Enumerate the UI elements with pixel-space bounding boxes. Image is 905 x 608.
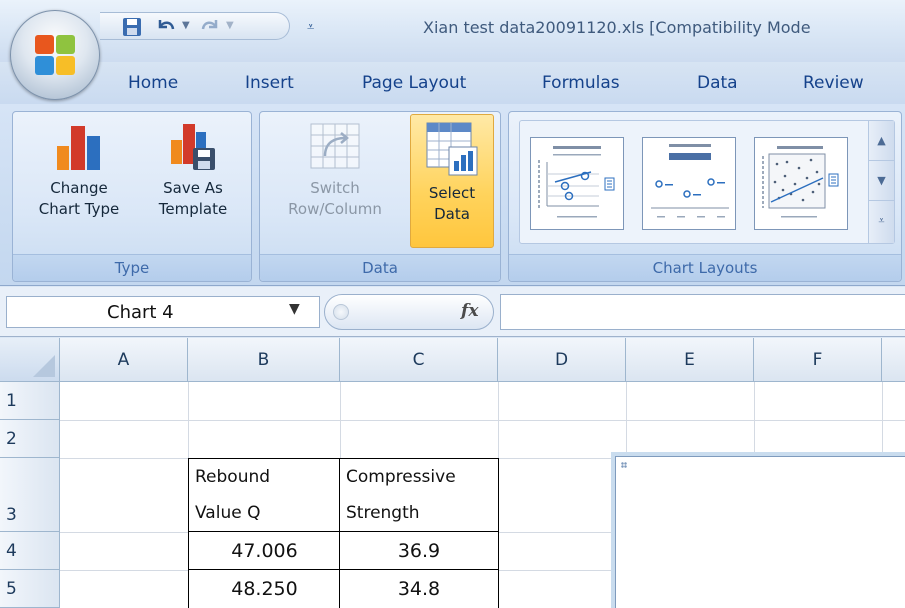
- group-chart-layouts-label: Chart Layouts: [509, 254, 901, 281]
- gallery-scroll-up-icon[interactable]: ▲: [869, 121, 894, 161]
- cell-b3[interactable]: Rebound Value Q: [188, 458, 341, 533]
- redo-dropdown-icon[interactable]: ▼: [226, 20, 234, 31]
- column-header-e[interactable]: E: [626, 338, 754, 382]
- group-type: Change Chart Type Save As Template Type: [12, 111, 252, 282]
- group-type-label: Type: [13, 254, 251, 281]
- quick-access-toolbar: ▼ ▼ ⩡: [100, 12, 314, 40]
- select-all-corner[interactable]: [0, 338, 60, 382]
- cell-c3[interactable]: Compressive Strength: [339, 458, 499, 533]
- insert-function-icon[interactable]: fx: [461, 301, 478, 321]
- select-data-label: Select Data: [428, 184, 476, 223]
- cell-c5[interactable]: 34.8: [339, 569, 499, 608]
- row-header-3[interactable]: 3: [0, 458, 60, 532]
- group-data-label: Data: [260, 254, 500, 281]
- formula-status-icon: [333, 304, 349, 320]
- gallery-more-icon[interactable]: ⩡: [869, 201, 894, 241]
- formula-input[interactable]: [500, 294, 905, 330]
- select-data-icon: [426, 122, 478, 176]
- name-box-value: Chart 4: [107, 302, 174, 323]
- name-box[interactable]: Chart 4 ▼: [6, 296, 320, 328]
- tab-page-layout[interactable]: Page Layout: [362, 73, 466, 93]
- column-header-f[interactable]: F: [754, 338, 882, 382]
- row-header-4[interactable]: 4: [0, 532, 60, 570]
- cell-b5[interactable]: 48.250: [188, 569, 341, 608]
- chart-layout-2-option[interactable]: [642, 137, 736, 230]
- switch-row-column-icon: [310, 123, 360, 169]
- chart-layouts-gallery: ▲ ▼ ⩡: [519, 120, 895, 244]
- gallery-scroll-down-icon[interactable]: ▼: [869, 161, 894, 201]
- tab-data[interactable]: Data: [697, 73, 738, 93]
- office-logo-icon: [35, 35, 77, 77]
- save-template-icon: [171, 124, 215, 170]
- tab-home[interactable]: Home: [128, 73, 178, 93]
- office-button[interactable]: [10, 10, 100, 100]
- name-box-dropdown-icon[interactable]: ▼: [289, 301, 300, 317]
- formula-tools: fx: [324, 294, 494, 330]
- chart-layout-1-option[interactable]: [530, 137, 624, 230]
- column-header-a[interactable]: A: [60, 338, 188, 382]
- group-chart-layouts: ▲ ▼ ⩡ Chart Layouts: [508, 111, 902, 282]
- row-header-1[interactable]: 1: [0, 382, 60, 420]
- ribbon: Change Chart Type Save As Template Type: [0, 104, 905, 286]
- change-chart-type-button[interactable]: Change Chart Type: [23, 120, 135, 220]
- save-as-template-button[interactable]: Save As Template: [141, 120, 245, 220]
- chart-layout-3-option[interactable]: [754, 137, 848, 230]
- save-icon[interactable]: [120, 15, 144, 39]
- column-header-d[interactable]: D: [498, 338, 626, 382]
- undo-dropdown-icon[interactable]: ▼: [182, 20, 190, 31]
- chart-layout-3-icon: [762, 146, 839, 218]
- window-title: Xian test data20091120.xls [Compatibilit…: [423, 18, 811, 37]
- gallery-scrollbar: ▲ ▼ ⩡: [868, 121, 894, 243]
- customize-qat-icon[interactable]: ⩡: [307, 20, 314, 35]
- group-data: Switch Row/Column Select Data Data: [259, 111, 501, 282]
- formula-bar: Chart 4 ▼ fx: [0, 287, 905, 337]
- column-header-b[interactable]: B: [188, 338, 340, 382]
- row-header-2[interactable]: 2: [0, 420, 60, 458]
- title-bar: ▼ ▼ ⩡ Xian test data20091120.xls [Compat…: [0, 0, 905, 62]
- embedded-chart[interactable]: [611, 452, 905, 608]
- worksheet-grid[interactable]: A B C D E F 1 2 3 4 5 Rebound Value Q Co…: [0, 338, 905, 608]
- ribbon-tabs: Home Insert Page Layout Formulas Data Re…: [0, 62, 905, 104]
- cell-c4[interactable]: 36.9: [339, 531, 499, 571]
- bar-chart-icon: [57, 126, 100, 170]
- save-as-template-label: Save As Template: [158, 179, 228, 218]
- undo-icon[interactable]: [154, 15, 178, 39]
- switch-row-column-label: Switch Row/Column: [288, 179, 382, 218]
- row-header-5[interactable]: 5: [0, 570, 60, 608]
- change-chart-type-label: Change Chart Type: [38, 179, 120, 218]
- chart-layout-1-icon: [538, 146, 615, 218]
- chart-layout-2-icon: [651, 144, 729, 218]
- switch-row-column-button[interactable]: Switch Row/Column: [266, 120, 404, 220]
- column-header-g[interactable]: [882, 338, 905, 382]
- tab-review[interactable]: Review: [803, 73, 864, 93]
- cell-b4[interactable]: 47.006: [188, 531, 341, 571]
- redo-icon[interactable]: [198, 15, 222, 39]
- select-data-button[interactable]: Select Data: [410, 114, 494, 248]
- column-header-c[interactable]: C: [340, 338, 498, 382]
- tab-formulas[interactable]: Formulas: [542, 73, 620, 93]
- tab-insert[interactable]: Insert: [245, 73, 294, 93]
